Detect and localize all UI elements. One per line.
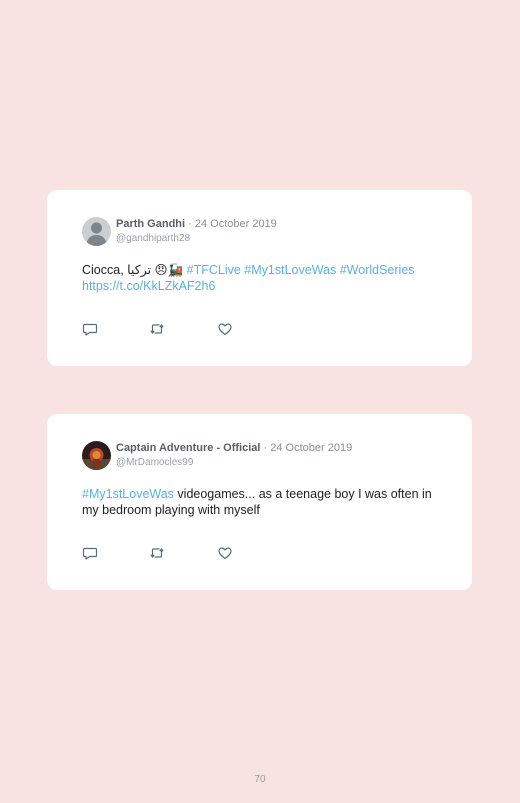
hashtag-link[interactable]: #My1stLoveWas: [244, 263, 336, 277]
tweet-text: Ciocca, تركيا 😠🚂 #TFCLive #My1stLoveWas …: [82, 263, 432, 294]
avatar[interactable]: [82, 441, 111, 470]
tweet-date: 24 October 2019: [194, 218, 277, 230]
url-link[interactable]: https://t.co/KkLZkAF2h6: [82, 279, 215, 293]
retweet-icon[interactable]: [149, 545, 165, 561]
tweet-meta: Parth Gandhi · 24 October 2019 @gandhipa…: [116, 218, 277, 245]
heart-icon[interactable]: [217, 545, 233, 561]
reply-icon[interactable]: [82, 321, 98, 337]
author-handle[interactable]: @gandhiparth28: [116, 232, 277, 245]
tweet-date: 24 October 2019: [270, 442, 353, 454]
tweet-card: Parth Gandhi · 24 October 2019 @gandhipa…: [47, 190, 472, 366]
tweet-text: #My1stLoveWas videogames... as a teenage…: [82, 487, 432, 518]
author-name[interactable]: Parth Gandhi: [116, 218, 185, 230]
reply-icon[interactable]: [82, 545, 98, 561]
default-user-avatar-icon: [82, 217, 111, 246]
tweet-card: Captain Adventure - Official · 24 Octobe…: [47, 414, 472, 590]
tweet-text-prefix: Ciocca, تركيا 😠🚂: [82, 263, 187, 277]
hashtag-link[interactable]: #WorldSeries: [340, 263, 415, 277]
page-number: 70: [254, 774, 266, 785]
author-name[interactable]: Captain Adventure - Official: [116, 442, 260, 454]
avatar[interactable]: [82, 217, 111, 246]
meta-separator: ·: [185, 218, 195, 230]
hashtag-link[interactable]: #TFCLive: [187, 263, 241, 277]
meta-separator: ·: [260, 442, 271, 454]
author-handle[interactable]: @MrDamocles99: [116, 456, 352, 469]
tweet-meta: Captain Adventure - Official · 24 Octobe…: [116, 442, 352, 469]
retweet-icon[interactable]: [149, 321, 165, 337]
photo-avatar-icon: [82, 441, 111, 470]
hashtag-link[interactable]: #My1stLoveWas: [82, 487, 174, 501]
heart-icon[interactable]: [217, 321, 233, 337]
